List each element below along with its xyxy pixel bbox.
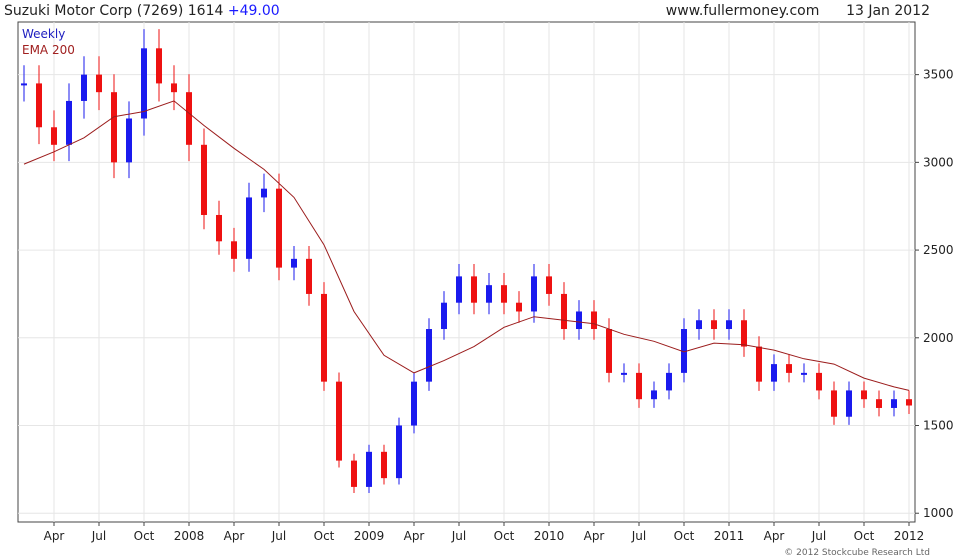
candle-body: [321, 293, 327, 382]
y-tick-label: 2000: [923, 331, 954, 345]
x-tick-label: 2010: [534, 529, 565, 543]
candle-body: [426, 329, 432, 382]
x-tick-label: 2008: [174, 529, 205, 543]
legend: Weekly EMA 200: [22, 26, 75, 58]
candle-body: [816, 372, 822, 391]
x-tick-label: Oct: [314, 529, 335, 543]
candle-body: [696, 320, 702, 330]
candle-body: [306, 258, 312, 294]
candle-body: [66, 100, 72, 145]
price-chart: 100015002000250030003500 Apr Jul Oct 2008 Ap…: [17, 21, 954, 543]
candle-body: [846, 390, 852, 417]
candle-body: [126, 118, 132, 163]
legend-weekly: Weekly: [22, 27, 66, 41]
x-tick-label: Apr: [584, 529, 605, 543]
x-tick-label: Oct: [854, 529, 875, 543]
x-tick-label: Jul: [811, 529, 826, 543]
candle-body: [351, 460, 357, 487]
candle-body: [771, 364, 777, 382]
y-tick-label: 3000: [923, 155, 954, 169]
y-tick-label: 1000: [923, 506, 954, 520]
candle-body: [381, 451, 387, 479]
x-tick-label: 2009: [354, 529, 385, 543]
candle-body: [786, 364, 792, 373]
candle-body: [336, 381, 342, 461]
candle-body: [21, 83, 27, 86]
candle-body: [51, 127, 57, 145]
candle-body: [876, 399, 882, 408]
candle-body: [891, 399, 897, 408]
plot-frame: [17, 21, 916, 523]
candle-body: [606, 329, 612, 373]
y-tick-label: 2500: [923, 243, 954, 257]
candle-body: [621, 372, 627, 375]
candle-body: [186, 92, 192, 145]
x-tick-label: Oct: [674, 529, 695, 543]
candle-body: [831, 390, 837, 417]
x-tick-label: Jul: [631, 529, 646, 543]
candle: [321, 282, 327, 391]
candle-body: [36, 83, 42, 128]
copyright-note: © 2012 Stockcube Research Ltd: [784, 548, 930, 558]
candle-body: [501, 285, 507, 303]
x-tick-label: 2011: [714, 529, 745, 543]
x-tick-label: Apr: [764, 529, 785, 543]
candle-body: [711, 320, 717, 330]
x-tick-label: Jul: [451, 529, 466, 543]
candle-body: [366, 451, 372, 487]
candle-body: [156, 48, 162, 84]
candle-body: [801, 372, 807, 375]
x-axis: Apr Jul Oct 2008 Apr Jul Oct 2009 Apr Jul Oct 2010 A…: [44, 522, 925, 543]
candle-body: [396, 425, 402, 479]
x-tick-label: Apr: [224, 529, 245, 543]
candle-body: [261, 188, 267, 198]
candle-body: [531, 276, 537, 312]
candle-body: [666, 372, 672, 391]
x-tick-label: Jul: [271, 529, 286, 543]
candle: [366, 444, 372, 493]
candle-body: [456, 276, 462, 303]
x-tick-label: Apr: [404, 529, 425, 543]
candle-body: [756, 346, 762, 382]
candle-body: [216, 214, 222, 242]
candle-body: [861, 390, 867, 400]
y-tick-label: 1500: [923, 419, 954, 433]
candle-body: [726, 320, 732, 330]
candle-body: [231, 241, 237, 259]
x-tick-label: Oct: [494, 529, 515, 543]
candle-body: [561, 293, 567, 330]
candle-body: [141, 48, 147, 119]
candle-body: [516, 302, 522, 312]
candle: [336, 372, 342, 468]
y-tick-label: 3500: [923, 68, 954, 82]
candle-body: [906, 399, 912, 406]
legend-ema: EMA 200: [22, 43, 75, 57]
candle-body: [471, 276, 477, 303]
candle-body: [276, 188, 282, 268]
candle: [396, 417, 402, 485]
x-tick-label: Jul: [91, 529, 106, 543]
candle-body: [411, 381, 417, 426]
candle-body: [546, 276, 552, 294]
candle-body: [291, 258, 297, 268]
candle-body: [591, 311, 597, 330]
y-axis: 1000 1500 2000 2500 3000 3500: [915, 68, 954, 520]
candle-body: [741, 320, 747, 347]
candle-body: [201, 144, 207, 215]
candle-body: [246, 197, 252, 259]
candle-body: [441, 302, 447, 330]
candle: [426, 318, 432, 391]
candle-body: [636, 372, 642, 400]
candle-body: [486, 285, 492, 303]
candle-body: [111, 92, 117, 163]
candle-body: [651, 390, 657, 400]
candle-body: [576, 311, 582, 330]
candle: [276, 173, 282, 281]
candle-body: [96, 74, 102, 93]
x-tick-label: 2012: [894, 529, 925, 543]
x-tick-label: Oct: [134, 529, 155, 543]
x-tick-label: Apr: [44, 529, 65, 543]
candle-body: [81, 74, 87, 101]
candle-body: [171, 83, 177, 93]
